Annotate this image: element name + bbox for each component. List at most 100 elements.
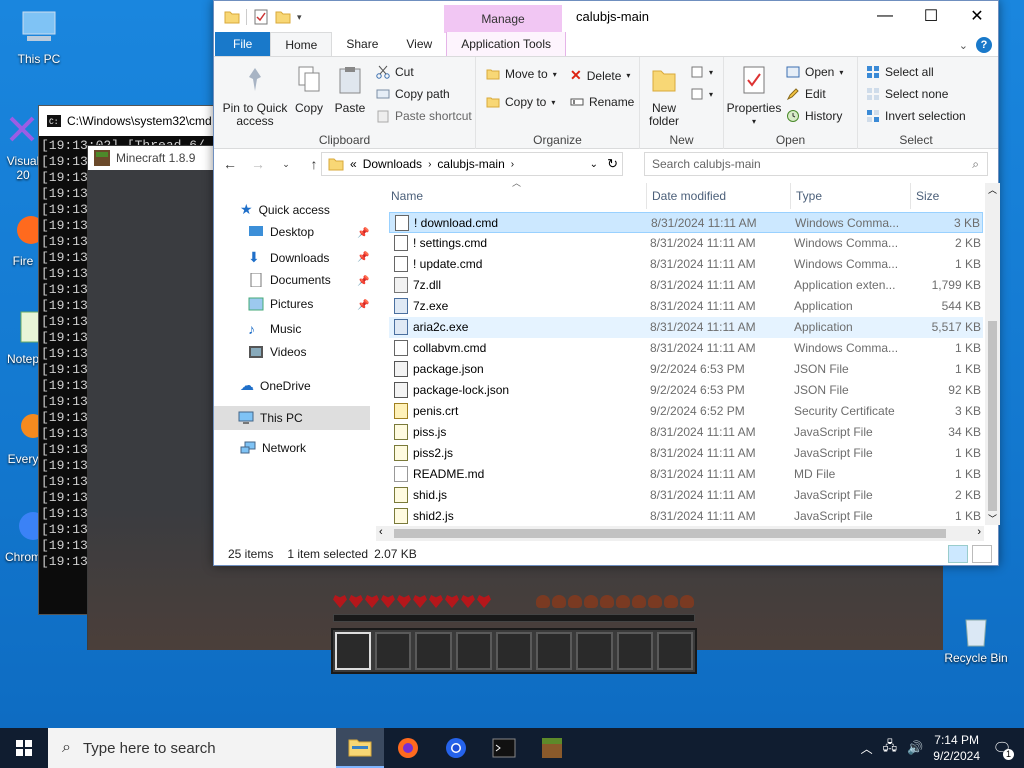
- scrollbar-thumb[interactable]: [988, 321, 997, 511]
- refresh-icon[interactable]: ↻: [607, 156, 618, 172]
- file-row[interactable]: ! download.cmd 8/31/2024 11:11 AM Windows …: [389, 212, 983, 233]
- taskbar-minecraft[interactable]: [528, 728, 576, 768]
- clock[interactable]: 7:14 PM 9/2/2024: [933, 732, 980, 764]
- recent-locations-button[interactable]: ⌄: [276, 159, 296, 170]
- nav-downloads[interactable]: ⬇ Downloads: [248, 249, 329, 266]
- hotbar-slot[interactable]: [616, 632, 653, 670]
- file-row[interactable]: README.md 8/31/2024 11:11 AM MD File 1 KB: [389, 464, 983, 485]
- scroll-right-icon[interactable]: ›: [977, 526, 981, 538]
- hotbar-slot[interactable]: [375, 632, 412, 670]
- details-view-icon[interactable]: [948, 545, 968, 563]
- pin-quick-access-button[interactable]: Pin to Quick access: [220, 65, 290, 128]
- horizontal-scrollbar[interactable]: ‹ ›: [376, 526, 984, 541]
- file-row[interactable]: ! update.cmd 8/31/2024 11:11 AM Windows Co…: [389, 254, 983, 275]
- pin-icon[interactable]: 📌: [357, 252, 369, 263]
- file-row[interactable]: shid2.js 8/31/2024 11:11 AM JavaScript Fil…: [389, 506, 983, 527]
- open-button[interactable]: Open ▾: [786, 65, 843, 79]
- search-input[interactable]: Search calubjs-main ⌕: [644, 152, 988, 176]
- select-none-button[interactable]: Select none: [866, 87, 948, 101]
- file-row[interactable]: shid.js 8/31/2024 11:11 AM JavaScript File…: [389, 485, 983, 506]
- hotbar-slot[interactable]: [495, 632, 533, 670]
- forward-button[interactable]: →: [248, 156, 268, 172]
- tab-application-tools[interactable]: Application Tools: [446, 32, 567, 56]
- breadcrumb-separator-icon[interactable]: ›: [511, 159, 514, 170]
- file-explorer-window[interactable]: ▾ Manage calubjs-main — ☐ ✕ File Home Sh…: [213, 0, 1000, 566]
- new-folder-button[interactable]: New folder: [644, 65, 684, 128]
- easy-access-button[interactable]: ▾: [690, 87, 713, 101]
- vertical-scrollbar[interactable]: ︿ ﹀: [985, 183, 1000, 525]
- history-button[interactable]: History: [786, 109, 842, 123]
- file-row[interactable]: 7z.exe 8/31/2024 11:11 AM Application 544 K…: [389, 296, 983, 317]
- hotbar-slot[interactable]: [455, 632, 492, 670]
- move-to-button[interactable]: Move to ▾: [486, 67, 557, 81]
- pin-icon[interactable]: 📌: [357, 228, 369, 239]
- cut-button[interactable]: Cut: [376, 65, 414, 79]
- network-status-icon[interactable]: 🖧: [883, 737, 898, 759]
- hotbar-slot[interactable]: [576, 632, 613, 670]
- file-row[interactable]: aria2c.exe 8/31/2024 11:11 AM Application 5…: [389, 317, 983, 338]
- scroll-up-icon[interactable]: ︿: [988, 183, 997, 196]
- nav-pictures[interactable]: Pictures: [248, 297, 313, 311]
- scroll-left-icon[interactable]: ‹: [379, 526, 383, 538]
- maximize-button[interactable]: ☐: [908, 1, 954, 31]
- tab-view[interactable]: View: [392, 32, 446, 56]
- volume-icon[interactable]: 🔊: [907, 740, 923, 756]
- copy-button[interactable]: Copy: [292, 65, 326, 115]
- hotbar-slot[interactable]: [536, 632, 573, 670]
- chevron-down-icon[interactable]: ▾: [297, 12, 302, 23]
- file-row[interactable]: piss2.js 8/31/2024 11:11 AM JavaScript Fil…: [389, 443, 983, 464]
- address-dropdown-icon[interactable]: ⌄: [590, 159, 598, 170]
- hotbar[interactable]: [331, 628, 697, 674]
- address-bar[interactable]: « Downloads › calubjs-main › ⌄ ↻: [321, 152, 623, 176]
- nav-videos[interactable]: Videos: [248, 345, 306, 359]
- paste-button[interactable]: Paste: [332, 65, 368, 115]
- nav-this-pc[interactable]: This PC: [214, 406, 370, 430]
- file-row[interactable]: 7z.dll 8/31/2024 11:11 AM Application exte…: [389, 275, 983, 296]
- nav-onedrive[interactable]: ☁ OneDrive: [240, 377, 311, 394]
- file-row[interactable]: penis.crt 9/2/2024 6:52 PM Security Certif…: [389, 401, 983, 422]
- nav-quick-access[interactable]: ★ Quick access: [240, 201, 330, 218]
- scroll-down-icon[interactable]: ﹀: [988, 512, 997, 525]
- path-overflow[interactable]: «: [350, 157, 357, 171]
- taskbar-firefox[interactable]: [384, 728, 432, 768]
- taskbar-file-explorer[interactable]: [336, 728, 384, 768]
- start-button[interactable]: [0, 728, 48, 768]
- copy-to-button[interactable]: Copy to ▾: [486, 95, 555, 109]
- minimize-button[interactable]: —: [862, 1, 908, 31]
- edit-button[interactable]: Edit: [786, 87, 826, 101]
- close-button[interactable]: ✕: [954, 1, 1000, 31]
- tab-file[interactable]: File: [215, 32, 271, 56]
- hotbar-slot[interactable]: [415, 632, 452, 670]
- hotbar-slot[interactable]: [656, 632, 693, 670]
- taskbar-chrome[interactable]: [432, 728, 480, 768]
- nav-music[interactable]: ♪ Music: [248, 321, 301, 337]
- delete-button[interactable]: ✕ Delete ▾: [570, 67, 630, 84]
- invert-selection-button[interactable]: Invert selection: [866, 109, 966, 123]
- back-button[interactable]: ←: [220, 156, 240, 172]
- select-all-button[interactable]: Select all: [866, 65, 934, 79]
- desktop-icon-recycle-bin[interactable]: Recycle Bin: [943, 612, 1009, 665]
- file-row[interactable]: ! settings.cmd 8/31/2024 11:11 AM Windows …: [389, 233, 983, 254]
- properties-icon[interactable]: [253, 9, 269, 25]
- column-header-name[interactable]: Name: [386, 183, 647, 209]
- large-icons-view-icon[interactable]: [972, 545, 992, 563]
- column-header-type[interactable]: Type: [791, 183, 911, 209]
- tab-share[interactable]: Share: [332, 32, 392, 56]
- file-row[interactable]: collabvm.cmd 8/31/2024 11:11 AM Windows Co…: [389, 338, 983, 359]
- file-row[interactable]: package-lock.json 9/2/2024 6:53 PM JSON Fi…: [389, 380, 983, 401]
- expand-ribbon-icon[interactable]: ⌄: [959, 39, 968, 52]
- desktop-icon-this-pc[interactable]: This PC: [4, 10, 74, 66]
- breadcrumb-downloads[interactable]: Downloads: [363, 157, 422, 171]
- taskbar-command-prompt[interactable]: [480, 728, 528, 768]
- new-item-button[interactable]: ▾: [690, 65, 713, 79]
- nav-desktop[interactable]: Desktop: [248, 225, 314, 239]
- properties-button[interactable]: Properties ▾: [726, 65, 782, 128]
- file-row[interactable]: piss.js 8/31/2024 11:11 AM JavaScript File…: [389, 422, 983, 443]
- tab-home[interactable]: Home: [270, 32, 333, 56]
- scrollbar-thumb[interactable]: [394, 529, 946, 538]
- breadcrumb-calubjs-main[interactable]: calubjs-main: [437, 157, 504, 171]
- column-header-date[interactable]: Date modified: [647, 183, 791, 209]
- column-header-size[interactable]: Size: [911, 183, 984, 209]
- taskbar-search[interactable]: ⌕ Type here to search: [48, 728, 336, 768]
- paste-shortcut-button[interactable]: Paste shortcut: [376, 109, 472, 123]
